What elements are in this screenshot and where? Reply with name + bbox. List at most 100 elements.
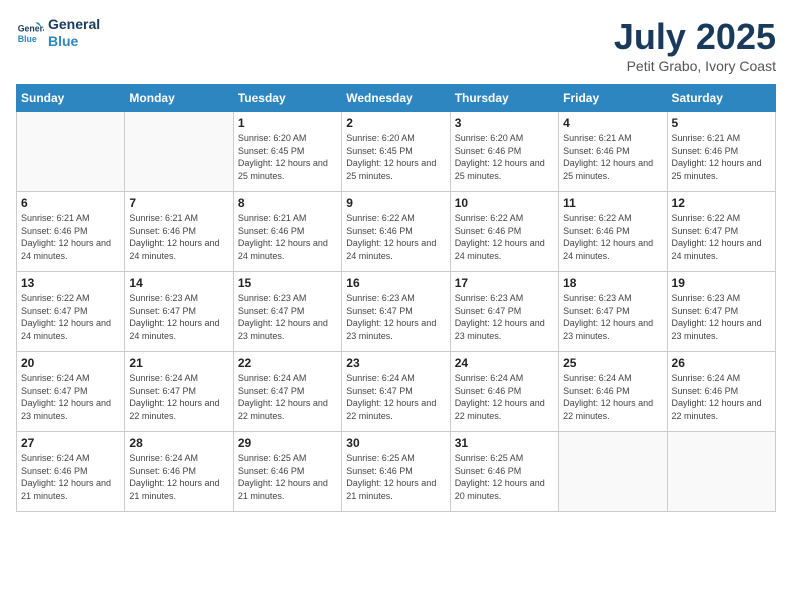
day-info: Sunrise: 6:20 AM Sunset: 6:45 PM Dayligh…	[238, 132, 337, 182]
day-number: 16	[346, 276, 445, 290]
calendar-cell: 31Sunrise: 6:25 AM Sunset: 6:46 PM Dayli…	[450, 432, 558, 512]
calendar-cell: 26 Sunrise: 6:24 AM Sunset: 6:46 PM Dayli…	[667, 352, 775, 432]
calendar-cell: 16 Sunrise: 6:23 AM Sunset: 6:47 PM Dayli…	[342, 272, 450, 352]
day-number: 22	[238, 356, 337, 370]
calendar-cell: 29 Sunrise: 6:25 AM Sunset: 6:46 PM Dayli…	[233, 432, 341, 512]
day-number: 25	[563, 356, 662, 370]
day-number: 4	[563, 116, 662, 130]
calendar-cell: 23Sunrise: 6:24 AM Sunset: 6:47 PM Dayli…	[342, 352, 450, 432]
day-info: Sunrise: 6:21 AM Sunset: 6:46 PM Dayligh…	[21, 212, 120, 262]
day-number: 26	[672, 356, 771, 370]
calendar-cell: 5 Sunrise: 6:21 AM Sunset: 6:46 PM Daylig…	[667, 112, 775, 192]
day-info: Sunrise: 6:24 AM Sunset: 6:47 PM Dayligh…	[129, 372, 228, 422]
calendar-cell: 2 Sunrise: 6:20 AM Sunset: 6:45 PM Daylig…	[342, 112, 450, 192]
calendar-week-row: 13Sunrise: 6:22 AM Sunset: 6:47 PM Dayli…	[17, 272, 776, 352]
calendar-cell: 22 Sunrise: 6:24 AM Sunset: 6:47 PM Dayli…	[233, 352, 341, 432]
calendar-cell: 28 Sunrise: 6:24 AM Sunset: 6:46 PM Dayli…	[125, 432, 233, 512]
day-info: Sunrise: 6:21 AM Sunset: 6:46 PM Dayligh…	[563, 132, 662, 182]
calendar-cell: 15Sunrise: 6:23 AM Sunset: 6:47 PM Dayli…	[233, 272, 341, 352]
weekday-header: Thursday	[450, 85, 558, 112]
calendar-cell: 27Sunrise: 6:24 AM Sunset: 6:46 PM Dayli…	[17, 432, 125, 512]
calendar-cell: 10 Sunrise: 6:22 AM Sunset: 6:46 PM Dayli…	[450, 192, 558, 272]
day-info: Sunrise: 6:21 AM Sunset: 6:46 PM Dayligh…	[672, 132, 771, 182]
calendar-cell: 3Sunrise: 6:20 AM Sunset: 6:46 PM Daylig…	[450, 112, 558, 192]
day-number: 28	[129, 436, 228, 450]
day-number: 30	[346, 436, 445, 450]
day-info: Sunrise: 6:22 AM Sunset: 6:46 PM Dayligh…	[563, 212, 662, 262]
day-info: Sunrise: 6:25 AM Sunset: 6:46 PM Dayligh…	[346, 452, 445, 502]
calendar-cell: 21 Sunrise: 6:24 AM Sunset: 6:47 PM Dayli…	[125, 352, 233, 432]
day-number: 12	[672, 196, 771, 210]
day-number: 9	[346, 196, 445, 210]
calendar-cell	[559, 432, 667, 512]
day-info: Sunrise: 6:22 AM Sunset: 6:46 PM Dayligh…	[346, 212, 445, 262]
calendar-cell: 6 Sunrise: 6:21 AM Sunset: 6:46 PM Daylig…	[17, 192, 125, 272]
day-number: 11	[563, 196, 662, 210]
calendar-week-row: 20 Sunrise: 6:24 AM Sunset: 6:47 PM Dayli…	[17, 352, 776, 432]
calendar-cell: 18Sunrise: 6:23 AM Sunset: 6:47 PM Dayli…	[559, 272, 667, 352]
calendar-cell: 11 Sunrise: 6:22 AM Sunset: 6:46 PM Dayli…	[559, 192, 667, 272]
day-number: 17	[455, 276, 554, 290]
calendar-cell	[667, 432, 775, 512]
calendar-cell: 19 Sunrise: 6:23 AM Sunset: 6:47 PM Dayli…	[667, 272, 775, 352]
calendar-cell	[125, 112, 233, 192]
weekday-header: Sunday	[17, 85, 125, 112]
day-info: Sunrise: 6:24 AM Sunset: 6:47 PM Dayligh…	[21, 372, 120, 422]
day-info: Sunrise: 6:23 AM Sunset: 6:47 PM Dayligh…	[346, 292, 445, 342]
page-header: General Blue General Blue July 2025 Peti…	[16, 16, 776, 74]
day-number: 24	[455, 356, 554, 370]
calendar-cell: 1 Sunrise: 6:20 AM Sunset: 6:45 PM Daylig…	[233, 112, 341, 192]
day-number: 23	[346, 356, 445, 370]
calendar-cell: 25Sunrise: 6:24 AM Sunset: 6:46 PM Dayli…	[559, 352, 667, 432]
day-number: 3	[455, 116, 554, 130]
logo-text: General Blue	[48, 16, 100, 50]
calendar-cell	[17, 112, 125, 192]
calendar-cell: 12 Sunrise: 6:22 AM Sunset: 6:47 PM Dayli…	[667, 192, 775, 272]
logo: General Blue General Blue	[16, 16, 100, 50]
day-number: 31	[455, 436, 554, 450]
day-number: 20	[21, 356, 120, 370]
calendar-cell: 4 Sunrise: 6:21 AM Sunset: 6:46 PM Daylig…	[559, 112, 667, 192]
title-area: July 2025 Petit Grabo, Ivory Coast	[614, 16, 776, 74]
day-number: 19	[672, 276, 771, 290]
day-number: 21	[129, 356, 228, 370]
day-number: 18	[563, 276, 662, 290]
weekday-header: Saturday	[667, 85, 775, 112]
weekday-header: Monday	[125, 85, 233, 112]
day-info: Sunrise: 6:24 AM Sunset: 6:46 PM Dayligh…	[672, 372, 771, 422]
calendar-subtitle: Petit Grabo, Ivory Coast	[614, 58, 776, 74]
calendar-cell: 8Sunrise: 6:21 AM Sunset: 6:46 PM Daylig…	[233, 192, 341, 272]
day-number: 14	[129, 276, 228, 290]
calendar-title: July 2025	[614, 16, 776, 58]
day-number: 29	[238, 436, 337, 450]
day-number: 8	[238, 196, 337, 210]
calendar-cell: 13Sunrise: 6:22 AM Sunset: 6:47 PM Dayli…	[17, 272, 125, 352]
calendar-cell: 9 Sunrise: 6:22 AM Sunset: 6:46 PM Daylig…	[342, 192, 450, 272]
day-info: Sunrise: 6:20 AM Sunset: 6:45 PM Dayligh…	[346, 132, 445, 182]
weekday-header: Tuesday	[233, 85, 341, 112]
day-info: Sunrise: 6:22 AM Sunset: 6:47 PM Dayligh…	[21, 292, 120, 342]
svg-text:Blue: Blue	[18, 34, 37, 44]
day-info: Sunrise: 6:23 AM Sunset: 6:47 PM Dayligh…	[672, 292, 771, 342]
day-number: 2	[346, 116, 445, 130]
calendar-cell: 17 Sunrise: 6:23 AM Sunset: 6:47 PM Dayli…	[450, 272, 558, 352]
calendar-week-row: 6 Sunrise: 6:21 AM Sunset: 6:46 PM Daylig…	[17, 192, 776, 272]
calendar-cell: 7Sunrise: 6:21 AM Sunset: 6:46 PM Daylig…	[125, 192, 233, 272]
day-number: 10	[455, 196, 554, 210]
day-number: 7	[129, 196, 228, 210]
day-number: 5	[672, 116, 771, 130]
day-number: 6	[21, 196, 120, 210]
calendar-table: SundayMondayTuesdayWednesdayThursdayFrid…	[16, 84, 776, 512]
day-info: Sunrise: 6:23 AM Sunset: 6:47 PM Dayligh…	[455, 292, 554, 342]
weekday-header: Wednesday	[342, 85, 450, 112]
day-number: 1	[238, 116, 337, 130]
day-info: Sunrise: 6:24 AM Sunset: 6:47 PM Dayligh…	[238, 372, 337, 422]
weekday-header-row: SundayMondayTuesdayWednesdayThursdayFrid…	[17, 85, 776, 112]
day-info: Sunrise: 6:24 AM Sunset: 6:46 PM Dayligh…	[129, 452, 228, 502]
day-info: Sunrise: 6:25 AM Sunset: 6:46 PM Dayligh…	[238, 452, 337, 502]
calendar-week-row: 1 Sunrise: 6:20 AM Sunset: 6:45 PM Daylig…	[17, 112, 776, 192]
day-info: Sunrise: 6:22 AM Sunset: 6:47 PM Dayligh…	[672, 212, 771, 262]
calendar-cell: 14Sunrise: 6:23 AM Sunset: 6:47 PM Dayli…	[125, 272, 233, 352]
day-info: Sunrise: 6:22 AM Sunset: 6:46 PM Dayligh…	[455, 212, 554, 262]
logo-icon: General Blue	[16, 19, 44, 47]
